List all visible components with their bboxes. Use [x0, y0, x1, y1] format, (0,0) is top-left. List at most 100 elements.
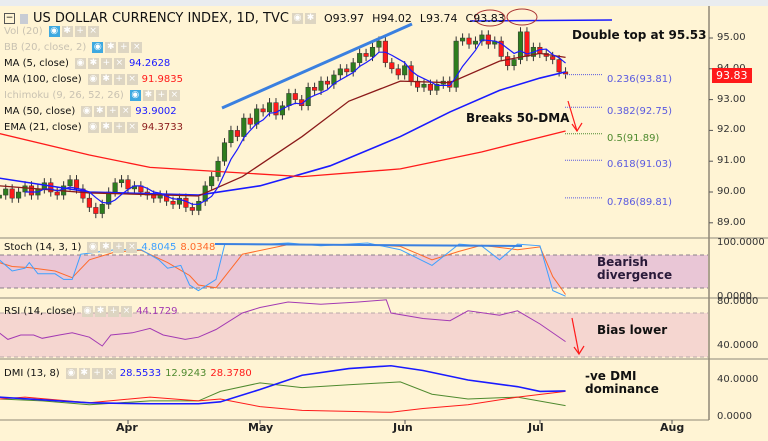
stoch-d-value: 8.0348 — [180, 242, 216, 253]
close-icon[interactable]: × — [131, 42, 143, 53]
gear-icon[interactable]: ✱ — [305, 13, 316, 24]
plus-icon[interactable]: + — [100, 58, 112, 69]
indicator-name: MA (5, close) — [4, 58, 69, 69]
gear-icon[interactable]: ✱ — [105, 42, 117, 53]
candle-body — [344, 68, 350, 73]
indicator-name: MA (100, close) — [4, 74, 82, 85]
plus-icon[interactable]: + — [107, 106, 119, 117]
close-icon[interactable]: × — [121, 306, 133, 317]
symbol-title: US DOLLAR CURRENCY INDEX, 1D, TVC — [33, 11, 289, 26]
collapse-icon[interactable]: − — [4, 13, 15, 24]
candle-body — [28, 185, 35, 196]
candle-body — [86, 197, 92, 208]
legend-row[interactable]: MA (5, close) ◉ ✱ + × 94.2628 — [4, 58, 170, 69]
rsi-legend[interactable]: RSI (14, close) ◉ ✱ + × 44.1729 — [4, 306, 177, 317]
gear-icon[interactable]: ✱ — [100, 122, 112, 133]
plus-icon[interactable]: + — [113, 122, 125, 133]
eye-icon[interactable]: ◉ — [81, 106, 93, 117]
plus-icon[interactable]: + — [108, 306, 120, 317]
plus-icon[interactable]: + — [91, 368, 103, 379]
close-icon[interactable]: × — [126, 242, 138, 253]
legend-row[interactable]: Vol (20) ◉ ✱ + × — [4, 26, 103, 37]
candle-body — [472, 40, 479, 45]
candle-body — [517, 31, 524, 60]
bearish-note: Bearish divergence — [597, 256, 672, 282]
close-icon[interactable]: × — [126, 74, 138, 85]
candle-body — [395, 68, 401, 76]
eye-icon[interactable]: ◉ — [87, 242, 99, 253]
plus-icon[interactable]: + — [74, 26, 86, 37]
gear-icon[interactable]: ✱ — [78, 368, 90, 379]
double-top-note: Double top at 95.53 — [572, 28, 707, 42]
candle-body — [228, 130, 234, 143]
candle-body — [9, 188, 15, 199]
close-icon[interactable]: × — [168, 90, 180, 101]
eye-icon[interactable]: ◉ — [87, 122, 99, 133]
bearish-line2: divergence — [597, 268, 673, 282]
candle-body — [357, 53, 363, 63]
legend-row[interactable]: MA (100, close) ◉ ✱ + × 91.9835 — [4, 74, 183, 85]
ma-line — [0, 130, 566, 178]
indicator-value: 94.2628 — [128, 58, 171, 69]
gear-icon[interactable]: ✱ — [142, 90, 154, 101]
eye-icon[interactable]: ◉ — [87, 74, 99, 85]
candle-body — [125, 179, 131, 190]
indicator-name: Vol (20) — [4, 26, 43, 37]
candle-body — [363, 53, 369, 57]
candle-body — [22, 185, 28, 193]
plus-icon[interactable]: + — [113, 242, 125, 253]
legend-row[interactable]: MA (50, close) ◉ ✱ + × 93.9002 — [4, 106, 177, 117]
indicator-value: 94.3733 — [141, 122, 183, 133]
plus-icon[interactable]: + — [118, 42, 130, 53]
eye-icon[interactable]: ◉ — [74, 58, 86, 69]
candle-body — [234, 130, 240, 137]
close-icon[interactable]: × — [126, 122, 138, 133]
candle-body — [16, 191, 22, 199]
plus-icon[interactable]: + — [155, 90, 167, 101]
candle-body — [196, 200, 202, 211]
indicator-name: Stoch (14, 3, 1) — [4, 242, 82, 253]
eye-icon[interactable]: ◉ — [48, 26, 60, 37]
eye-icon[interactable]: ◉ — [82, 306, 94, 317]
rsi-tick-label: 80.0000 — [717, 296, 759, 307]
candle-body — [189, 207, 195, 211]
gear-icon[interactable]: ✱ — [61, 26, 73, 37]
gear-icon[interactable]: ✱ — [87, 58, 99, 69]
legend-row[interactable]: EMA (21, close) ◉ ✱ + × 94.3733 — [4, 122, 183, 133]
candle-body — [305, 87, 311, 107]
eye-icon[interactable]: ◉ — [129, 90, 141, 101]
indicator-name: MA (50, close) — [4, 106, 76, 117]
indicator-name: BB (20, close, 2) — [4, 42, 87, 53]
gear-icon[interactable]: ✱ — [100, 74, 112, 85]
adx-value: 28.5533 — [119, 368, 162, 379]
candle-body — [254, 108, 260, 125]
price-tick-label: 92.00 — [717, 124, 746, 136]
fib-label: 0.382(92.75) — [607, 106, 673, 118]
eye-icon[interactable]: ◉ — [65, 368, 77, 379]
candle-body — [260, 108, 266, 113]
plus-icon[interactable]: + — [113, 74, 125, 85]
chart-area[interactable]: − US DOLLAR CURRENCY INDEX, 1D, TVC ◉ ✱ O… — [0, 6, 768, 441]
eye-icon[interactable]: ◉ — [292, 13, 303, 24]
gear-icon[interactable]: ✱ — [95, 306, 107, 317]
close-icon[interactable]: × — [87, 26, 99, 37]
chart-title: − US DOLLAR CURRENCY INDEX, 1D, TVC — [4, 11, 289, 26]
close-icon[interactable]: × — [120, 106, 132, 117]
time-tick-label: Jul — [528, 421, 544, 434]
stoch-legend[interactable]: Stoch (14, 3, 1) ◉ ✱ + × 4.8045 8.0348 — [4, 242, 215, 253]
gear-icon[interactable]: ✱ — [94, 106, 106, 117]
close-icon[interactable]: × — [104, 368, 116, 379]
price-tick-label: 95.00 — [717, 32, 746, 43]
legend-row[interactable]: BB (20, close, 2) ◉ ✱ + × — [4, 42, 146, 53]
gear-icon[interactable]: ✱ — [100, 242, 112, 253]
candle-body — [324, 80, 331, 85]
candle-body — [247, 117, 253, 125]
legend-row[interactable]: Ichimoku (9, 26, 52, 26) ◉ ✱ + × — [4, 90, 184, 101]
candle-body — [485, 34, 491, 45]
price-tick-label: 90.00 — [717, 186, 746, 197]
dmi-legend[interactable]: DMI (13, 8) ◉ ✱ + × 28.5533 12.9243 28.3780 — [4, 368, 252, 379]
candle-body — [505, 56, 511, 66]
close-icon[interactable]: × — [113, 58, 125, 69]
eye-icon[interactable]: ◉ — [92, 42, 104, 53]
dmi-tick-label: 0.0000 — [717, 411, 752, 422]
